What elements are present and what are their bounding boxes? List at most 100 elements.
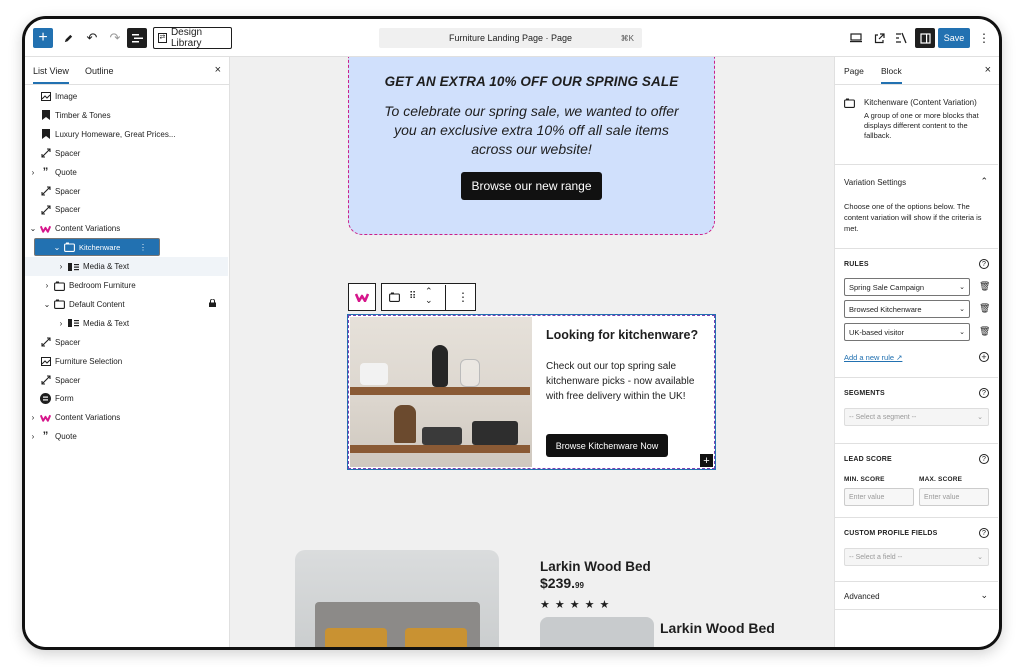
chevron-up-icon[interactable]: ⌃ [980, 176, 988, 187]
rule-select-3[interactable]: UK-based visitor ⌄ [844, 323, 970, 341]
list-item[interactable]: Spacer [25, 200, 228, 219]
top-toolbar: + ↶ ↷ ⇄ Design Library Furniture Landing… [25, 19, 999, 57]
promo-heading: GET AN EXTRA 10% OFF OUR SPRING SALE [384, 74, 679, 89]
list-item-label: Media & Text [83, 262, 130, 272]
plates-stack [422, 427, 462, 445]
move-up-down-icon[interactable]: ⌃ ⌄ [425, 287, 433, 305]
bookmark-icon [40, 129, 51, 140]
redo-button[interactable]: ↷ [105, 27, 125, 49]
advanced-section[interactable]: Advanced ⌄ [835, 582, 998, 610]
quote-icon: ” [42, 165, 49, 178]
list-item-label: Form [55, 394, 74, 404]
help-icon[interactable]: ? [979, 388, 989, 398]
list-item[interactable]: Spacer [25, 333, 228, 352]
undo-button[interactable]: ↶ [82, 27, 102, 49]
add-block-inline-icon[interactable]: + [700, 454, 713, 467]
tab-list-view[interactable]: List View [33, 66, 69, 84]
tab-block[interactable]: Block [881, 66, 902, 84]
browse-kitchenware-button[interactable]: Browse Kitchenware Now [546, 434, 668, 457]
help-icon[interactable]: ? [979, 454, 989, 464]
rule-select-2[interactable]: Browsed Kitchenware ⌄ [844, 300, 970, 318]
drag-handle-icon[interactable]: ⠿ [409, 291, 416, 302]
max-score-input[interactable]: Enter value [919, 488, 989, 506]
list-item[interactable]: › Bedroom Furniture [25, 276, 228, 295]
list-item[interactable]: Furniture Selection [25, 352, 228, 371]
product-title-secondary: Larkin Wood Bed [660, 620, 775, 636]
min-score-input[interactable]: Enter value [844, 488, 914, 506]
chevron-down-icon[interactable]: ⌄ [53, 243, 61, 252]
list-view-panel: List View Outline × Image Timber & Tones L… [25, 57, 230, 647]
list-item[interactable]: ⌄ Kitchenware ⋮ [34, 238, 160, 257]
trash-icon[interactable]: 🗑 [979, 303, 990, 314]
group-icon[interactable] [389, 292, 400, 305]
list-item[interactable]: Form [25, 389, 228, 408]
kitchenware-media-text[interactable]: Looking for kitchenware? Check out our t… [347, 314, 716, 470]
close-icon[interactable]: × [985, 64, 991, 76]
list-item[interactable]: Image [25, 87, 228, 106]
browse-range-button[interactable]: Browse our new range [461, 172, 602, 200]
lead-score-label: LEAD SCORE [844, 456, 892, 463]
add-circle-icon[interactable]: + [979, 352, 989, 362]
settings-sidebar: Page Block × Kitchenware (Content Variat… [834, 57, 999, 647]
pillow-left [325, 628, 387, 647]
lead-score-section: LEAD SCORE ? MIN. SCORE MAX. SCORE Enter… [835, 444, 998, 518]
list-view-icon[interactable] [127, 28, 147, 48]
chevron-right-icon[interactable]: › [29, 168, 37, 177]
desktop-preview-icon[interactable] [848, 27, 864, 49]
help-icon[interactable]: ? [979, 259, 989, 269]
design-library-button[interactable]: ⇄ Design Library [153, 27, 232, 49]
tab-page[interactable]: Page [844, 66, 864, 76]
list-item-label: Quote [55, 432, 77, 442]
external-view-icon[interactable] [871, 27, 887, 49]
list-item[interactable]: Luxury Homeware, Great Prices... [25, 125, 228, 144]
list-item[interactable]: › Media & Text [25, 314, 228, 333]
min-score-label: MIN. SCORE [844, 476, 885, 483]
document-title-bar[interactable]: Furniture Landing Page · Page ⌘K [379, 28, 642, 48]
add-block-button[interactable]: + [33, 28, 53, 48]
help-icon[interactable]: ? [979, 528, 989, 538]
list-item[interactable]: Timber & Tones [25, 106, 228, 125]
settings-sidebar-icon[interactable] [915, 28, 935, 48]
chevron-right-icon[interactable]: › [57, 319, 65, 328]
segments-section: SEGMENTS ? -- Select a segment -- ⌄ [835, 378, 998, 444]
list-item[interactable]: Spacer [25, 182, 228, 201]
plugin-icon[interactable] [893, 27, 909, 49]
chevron-right-icon[interactable]: › [29, 413, 37, 422]
list-item[interactable]: Spacer [25, 371, 228, 390]
pencil-icon[interactable] [58, 27, 78, 49]
chevron-down-icon[interactable]: ⌄ [43, 300, 51, 309]
chevron-right-icon[interactable]: › [43, 281, 51, 290]
group-icon [54, 299, 65, 310]
spacer-icon [40, 186, 51, 197]
list-item[interactable]: › ” Quote [25, 427, 228, 446]
save-button[interactable]: Save [938, 28, 970, 48]
close-icon[interactable]: × [215, 64, 221, 76]
list-item[interactable]: ⌄ Content Variations [25, 219, 228, 238]
variation-settings-heading[interactable]: Variation Settings [844, 178, 906, 187]
chevron-down-icon[interactable]: ⌄ [29, 224, 37, 233]
promo-banner[interactable]: GET AN EXTRA 10% OFF OUR SPRING SALE To … [348, 57, 715, 235]
list-item[interactable]: Spacer [25, 144, 228, 163]
add-rule-link[interactable]: Add a new rule ↗ [844, 353, 902, 362]
chevron-down-icon[interactable]: ⌄ [980, 590, 988, 601]
trash-icon[interactable]: 🗑 [979, 281, 990, 292]
content-variations-icon[interactable] [348, 283, 376, 311]
field-select[interactable]: -- Select a field -- ⌄ [844, 548, 989, 566]
list-item[interactable]: › ” Quote [25, 163, 228, 182]
list-item-label: Media & Text [83, 318, 130, 328]
trash-icon[interactable]: 🗑 [979, 326, 990, 337]
segment-select[interactable]: -- Select a segment -- ⌄ [844, 408, 989, 426]
document-title: Furniture Landing Page · Page [448, 33, 573, 43]
chevron-right-icon[interactable]: › [57, 262, 65, 271]
block-options-icon[interactable]: ⋮ [457, 290, 469, 304]
tab-outline[interactable]: Outline [85, 66, 114, 76]
list-item[interactable]: › Content Variations [25, 408, 228, 427]
list-item[interactable]: › Media & Text [25, 257, 228, 277]
list-item[interactable]: ⌄ Default Content [25, 295, 228, 314]
advanced-heading[interactable]: Advanced [844, 592, 880, 601]
item-options-icon[interactable]: ⋮ [139, 243, 147, 252]
more-options-icon[interactable]: ⋮ [977, 27, 991, 49]
chevron-right-icon[interactable]: › [29, 432, 37, 441]
media-text-icon [68, 318, 79, 329]
rule-select-1[interactable]: Spring Sale Campaign ⌄ [844, 278, 970, 296]
